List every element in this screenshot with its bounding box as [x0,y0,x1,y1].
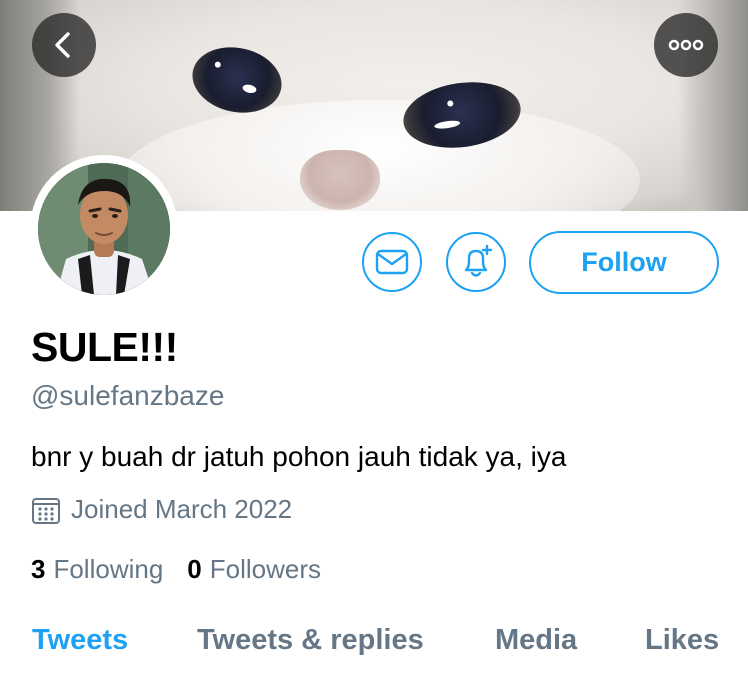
following-count: 3 [31,554,46,584]
mail-icon [375,249,409,275]
tab-likes[interactable]: Likes [645,624,719,657]
more-horizontal-icon [668,39,704,51]
tab-tweets[interactable]: Tweets [32,624,128,657]
banner-cat-fur [120,100,640,211]
eye-glint [214,61,222,69]
profile-name: SULE!!! [31,324,178,370]
follow-counts: 3 Following 0 Followers [31,554,345,585]
profile-handle: @sulefanzbaze [31,380,225,411]
more-options-button[interactable] [654,13,718,77]
tab-tweets-and-replies[interactable]: Tweets & replies [197,624,424,657]
avatar-portrait-illustration [38,163,170,295]
profile-tabs: Tweets Tweets & replies Media Likes [0,624,748,681]
profile-bio: bnr y buah dr jatuh pohon jauh tidak ya,… [31,441,567,472]
banner-cat-nose [300,150,380,210]
follow-button[interactable]: Follow [529,231,719,294]
eye-glint [241,83,258,95]
chevron-left-icon [55,32,70,58]
following-label: Following [53,554,164,584]
calendar-icon [32,497,60,524]
avatar[interactable] [30,155,178,303]
eye-glint [433,119,461,130]
back-button[interactable] [32,13,96,77]
eye-glint [446,100,454,107]
followers-count: 0 [187,554,202,584]
bell-plus-icon [464,244,493,277]
followers-link[interactable]: 0 Followers [187,554,321,585]
following-link[interactable]: 3 Following [31,554,163,585]
joined-label: Joined March 2022 [71,494,293,524]
avatar-photo [38,163,170,295]
tab-media[interactable]: Media [495,624,577,657]
message-button[interactable] [362,232,422,292]
followers-label: Followers [209,554,322,584]
notifications-button[interactable] [446,232,506,292]
joined-date: Joined March 2022 [31,494,292,525]
